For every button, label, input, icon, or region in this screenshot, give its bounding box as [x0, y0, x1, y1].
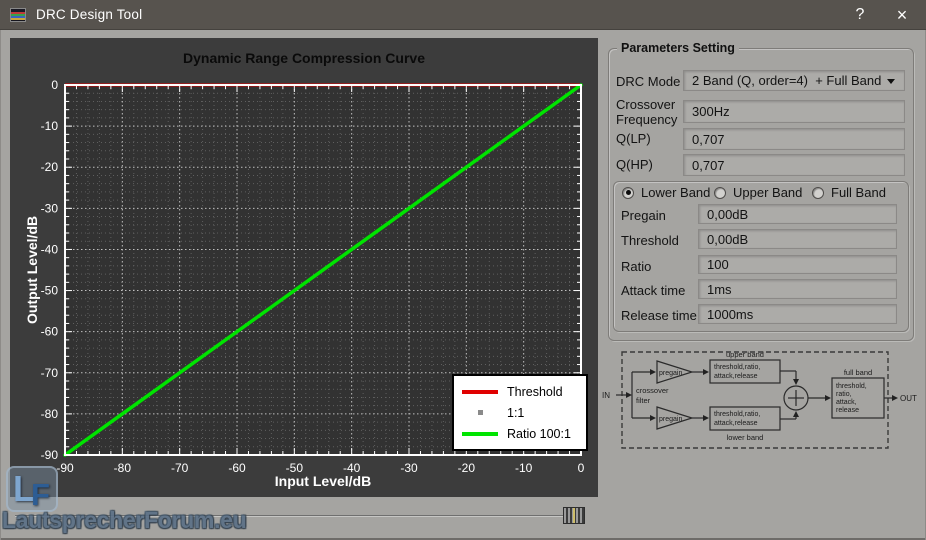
threshold-line-swatch [462, 390, 498, 394]
radio-circle-icon [714, 187, 726, 199]
window-title: DRC Design Tool [36, 7, 142, 22]
app-icon [10, 8, 26, 22]
q-lp-label: Q(LP) [616, 131, 651, 146]
one-to-one-marker-swatch [462, 410, 498, 415]
lautsprecherforum-logo: L F [6, 466, 58, 512]
help-button[interactable]: ? [842, 0, 878, 30]
radio-label: Lower Band [641, 185, 710, 200]
attack-time-field[interactable]: 1ms [698, 279, 897, 299]
q-hp-field[interactable]: 0,707 [683, 154, 905, 176]
legend-label: Ratio 100:1 [507, 427, 571, 441]
q-hp-label: Q(HP) [616, 157, 653, 172]
radio-lower-band[interactable]: Lower Band [622, 185, 710, 200]
upper-band-block-text: threshold,ratio, [714, 364, 760, 371]
parameters-setting-title: Parameters Setting [617, 41, 739, 55]
pregain-label-upper: pregain [659, 370, 682, 377]
attack-time-label: Attack time [621, 283, 685, 298]
radio-circle-icon [812, 187, 824, 199]
q-lp-field[interactable]: 0,707 [683, 128, 905, 150]
lower-band-label: lower band [727, 433, 764, 442]
chart-legend: Threshold 1:1 Ratio 100:1 [452, 374, 588, 451]
radio-label: Full Band [831, 185, 886, 200]
close-button[interactable]: × [884, 0, 920, 30]
lower-band-block-text: threshold,ratio, [714, 411, 760, 418]
legend-item-one-to-one: 1:1 [454, 402, 586, 423]
ratio-line-swatch [462, 432, 498, 436]
pregain-field[interactable]: 0,00dB [698, 204, 897, 224]
threshold-field[interactable]: 0,00dB [698, 229, 897, 249]
radio-label: Upper Band [733, 185, 802, 200]
threshold-label: Threshold [621, 233, 679, 248]
svg-text:-30: -30 [41, 201, 59, 215]
watermark-text: LautsprecherForum.eu [2, 507, 247, 534]
svg-text:-70: -70 [41, 366, 59, 380]
drc-mode-value: 2 Band (Q, order=4) + Full Band [692, 73, 881, 88]
drc-mode-label: DRC Mode [616, 74, 680, 89]
release-time-field[interactable]: 1000ms [698, 304, 897, 324]
radio-full-band[interactable]: Full Band [812, 185, 886, 200]
svg-text:-50: -50 [41, 284, 59, 298]
full-band-label: full band [844, 368, 872, 377]
crossover-filter-label: filter [636, 396, 651, 405]
full-band-block-text: release [836, 407, 859, 414]
diagram-in-label: IN [602, 391, 610, 400]
svg-text:-60: -60 [41, 325, 59, 339]
crossover-frequency-field[interactable]: 300Hz [683, 100, 905, 123]
y-axis-title: Output Level/dB [22, 85, 42, 455]
horizontal-slider-handle[interactable] [563, 507, 585, 524]
chart-panel: -90-80-70-60-50-40-30-20-1000-10-20-30-4… [10, 38, 598, 497]
svg-text:-90: -90 [41, 448, 59, 462]
title-bar[interactable]: DRC Design Tool ? × [0, 0, 926, 30]
svg-text:-10: -10 [41, 119, 59, 133]
radio-circle-icon [622, 187, 634, 199]
legend-item-ratio: Ratio 100:1 [454, 423, 586, 444]
ratio-field[interactable]: 100 [698, 255, 897, 274]
chart-title: Dynamic Range Compression Curve [10, 50, 598, 66]
crossover-frequency-label: Crossover Frequency [616, 97, 680, 127]
legend-label: 1:1 [507, 406, 524, 420]
svg-text:-80: -80 [41, 407, 59, 421]
svg-text:0: 0 [51, 78, 58, 92]
pregain-label: Pregain [621, 208, 666, 223]
svg-text:-20: -20 [41, 160, 59, 174]
ratio-label: Ratio [621, 259, 651, 274]
radio-upper-band[interactable]: Upper Band [714, 185, 802, 200]
signal-flow-diagram: IN OUT crossover filter pregain pregain … [600, 345, 922, 457]
full-band-block-text: threshold, [836, 383, 867, 390]
release-time-label: Release time [621, 308, 697, 323]
lower-band-block-text: attack,release [714, 420, 758, 427]
drc-design-tool-window: DRC Design Tool ? × -90 -80 -70 -60 -50 -40 -3… [0, 0, 926, 540]
svg-text:-40: -40 [41, 242, 59, 256]
crossover-filter-label: crossover [636, 386, 669, 395]
full-band-block-text: attack, [836, 399, 857, 406]
drc-mode-dropdown[interactable]: 2 Band (Q, order=4) + Full Band [683, 70, 905, 91]
chevron-down-icon [887, 79, 895, 84]
x-axis-title: Input Level/dB [65, 473, 581, 489]
upper-band-block-text: attack,release [714, 373, 758, 380]
full-band-block-text: ratio, [836, 391, 852, 398]
diagram-out-label: OUT [900, 394, 917, 403]
pregain-label-lower: pregain [659, 416, 682, 423]
upper-band-label: upper band [726, 350, 764, 359]
legend-item-threshold: Threshold [454, 381, 586, 402]
legend-label: Threshold [507, 385, 563, 399]
